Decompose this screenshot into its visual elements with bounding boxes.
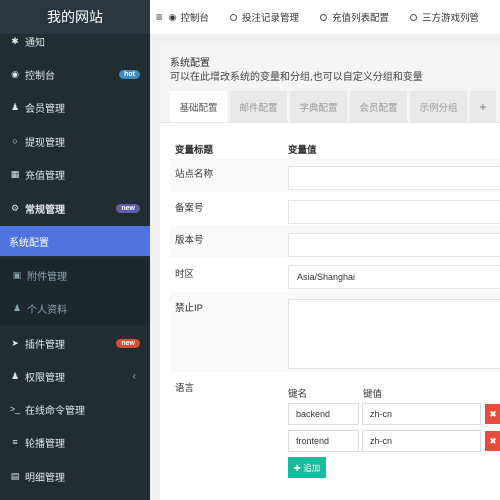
label-version: 版本号 bbox=[175, 235, 204, 246]
list-icon: ≡ bbox=[12, 437, 18, 447]
new-badge: new bbox=[116, 338, 140, 348]
column-header-title: 变量标题 bbox=[175, 145, 214, 156]
sidebar-item-withdraw[interactable]: ○ 提现管理 bbox=[0, 126, 150, 156]
sidebar-item-label: 常规管理 bbox=[25, 204, 65, 216]
label-language: 语言 bbox=[175, 383, 195, 394]
beian-input[interactable] bbox=[288, 200, 500, 224]
panel-header: 系统配置 可以在此增改系统的变量和分组,也可以自定义分组和变量 基础配置 邮件配… bbox=[160, 44, 500, 123]
timezone-input[interactable]: Asia/Shanghai bbox=[288, 265, 500, 289]
asterisk-icon: ✱ bbox=[11, 35, 19, 46]
sidebar-item-label: 附件管理 bbox=[27, 272, 67, 283]
sidebar-item-label: 轮播管理 bbox=[25, 438, 65, 450]
language-key-input[interactable]: backend bbox=[288, 403, 359, 425]
language-key-input[interactable]: frontend bbox=[288, 430, 359, 452]
sidebar-item-notice[interactable]: ✱ 通知 bbox=[0, 26, 150, 56]
label-forbidden-ip: 禁止IP bbox=[175, 303, 203, 314]
circle-icon: ○ bbox=[12, 136, 18, 146]
main-content: 系统配置 可以在此增改系统的变量和分组,也可以自定义分组和变量 基础配置 邮件配… bbox=[150, 34, 500, 500]
sidebar-item-label: 权限管理 bbox=[25, 372, 65, 384]
delete-row-button[interactable]: ✖ bbox=[485, 404, 500, 424]
tab-recharge-config[interactable]: 充值列表配置 bbox=[319, 10, 389, 24]
label-site-name: 站点名称 bbox=[175, 169, 214, 180]
sidebar-item-plugins[interactable]: ➤ 插件管理 new bbox=[0, 328, 150, 358]
tab-label: 控制台 bbox=[180, 13, 209, 24]
dashboard-icon: ◉ bbox=[11, 68, 19, 79]
sidebar-item-label: 个人资料 bbox=[27, 305, 67, 316]
key-name-header: 键名 bbox=[288, 389, 308, 400]
circle-icon bbox=[409, 13, 417, 21]
dashboard-icon: ◉ bbox=[168, 11, 177, 22]
sidebar-item-label: 充值管理 bbox=[25, 170, 65, 182]
label-beian: 备案号 bbox=[175, 203, 204, 214]
tab-email-config[interactable]: 邮件配置 bbox=[230, 91, 287, 122]
sidebar-item-profile[interactable]: ♟ 个人资料 bbox=[0, 292, 150, 325]
append-button[interactable]: ✚ 追加 bbox=[288, 457, 326, 478]
hot-badge: hot bbox=[119, 69, 140, 79]
page-description: 可以在此增改系统的变量和分组,也可以自定义分组和变量 bbox=[170, 72, 423, 83]
calendar-icon: ▤ bbox=[10, 470, 20, 481]
sidebar-item-permissions[interactable]: ♟ 权限管理 ‹ bbox=[0, 361, 150, 391]
version-input[interactable] bbox=[288, 233, 500, 257]
sidebar-item-command[interactable]: >_ 在线命令管理 bbox=[0, 394, 150, 424]
sidebar-item-label: 插件管理 bbox=[25, 339, 65, 351]
grid-icon: ▦ bbox=[10, 168, 20, 179]
sidebar-item-attachments[interactable]: ▣ 附件管理 bbox=[0, 259, 150, 292]
config-panel: 系统配置 可以在此增改系统的变量和分组,也可以自定义分组和变量 基础配置 邮件配… bbox=[160, 44, 500, 500]
group-icon: ♟ bbox=[10, 370, 20, 381]
circle-icon bbox=[319, 13, 327, 21]
sidebar-item-members[interactable]: ♟ 会员管理 bbox=[0, 92, 150, 122]
sidebar-item-label: 系统配置 bbox=[9, 237, 49, 249]
sidebar: 我的网站 ✱ 通知 ◉ 控制台 hot ♟ 会员管理 ○ 提现管理 ▦ 充值管理… bbox=[0, 0, 150, 500]
page-title: 系统配置 bbox=[170, 58, 210, 69]
sidebar-item-label: 在线命令管理 bbox=[25, 405, 85, 417]
sidebar-item-dashboard[interactable]: ◉ 控制台 hot bbox=[0, 59, 150, 89]
top-nav: ≡ ◉ 控制台 投注记录管理 充值列表配置 三方游戏列管 bbox=[150, 0, 500, 34]
add-tab-button[interactable]: + bbox=[470, 91, 496, 122]
sidebar-item-label: 控制台 bbox=[25, 70, 55, 82]
sidebar-item-label: 通知 bbox=[25, 37, 45, 49]
sidebar-item-general[interactable]: ⚙ 常规管理 new bbox=[0, 193, 150, 223]
rocket-icon: ➤ bbox=[11, 337, 19, 348]
language-value-input[interactable]: zh-cn bbox=[362, 403, 481, 425]
tab-label: 充值列表配置 bbox=[331, 13, 389, 24]
tab-dictionary-config[interactable]: 字典配置 bbox=[290, 91, 347, 122]
tab-example-group[interactable]: 示例分组 bbox=[410, 91, 467, 122]
forbidden-ip-textarea[interactable] bbox=[288, 299, 500, 369]
chevron-left-icon: ‹ bbox=[132, 370, 136, 382]
tab-bet-records[interactable]: 投注记录管理 bbox=[229, 10, 299, 24]
tab-dashboard[interactable]: ◉ 控制台 bbox=[168, 10, 209, 25]
tab-label: 三方游戏列管 bbox=[421, 13, 479, 24]
label-timezone: 时区 bbox=[175, 269, 195, 280]
users-icon: ♟ bbox=[10, 101, 20, 112]
sidebar-item-details[interactable]: ▤ 明细管理 bbox=[0, 461, 150, 491]
circle-icon bbox=[229, 13, 237, 21]
sidebar-item-carousel[interactable]: ≡ 轮播管理 bbox=[0, 427, 150, 457]
cogs-icon: ⚙ bbox=[10, 202, 20, 213]
tab-third-party-games[interactable]: 三方游戏列管 bbox=[409, 10, 479, 24]
key-value-header: 键值 bbox=[363, 389, 383, 400]
tab-label: 投注记录管理 bbox=[241, 13, 299, 24]
menu-toggle-icon[interactable]: ≡ bbox=[150, 10, 169, 24]
site-name-input[interactable] bbox=[288, 166, 500, 190]
terminal-icon: >_ bbox=[9, 404, 21, 414]
language-value-input[interactable]: zh-cn bbox=[362, 430, 481, 452]
new-badge: new bbox=[116, 203, 140, 213]
sidebar-item-recharge[interactable]: ▦ 充值管理 bbox=[0, 159, 150, 189]
tab-member-config[interactable]: 会员配置 bbox=[350, 91, 407, 122]
sidebar-item-label: 提现管理 bbox=[25, 137, 65, 149]
image-icon: ▣ bbox=[12, 270, 22, 280]
user-icon: ♟ bbox=[12, 303, 22, 313]
column-header-value: 变量值 bbox=[288, 145, 317, 156]
sidebar-item-label: 会员管理 bbox=[25, 103, 65, 115]
delete-row-button[interactable]: ✖ bbox=[485, 431, 500, 451]
tab-basic-config[interactable]: 基础配置 bbox=[170, 91, 227, 122]
sidebar-item-system-config[interactable]: 系统配置 bbox=[0, 226, 150, 256]
sidebar-item-label: 明细管理 bbox=[25, 472, 65, 484]
